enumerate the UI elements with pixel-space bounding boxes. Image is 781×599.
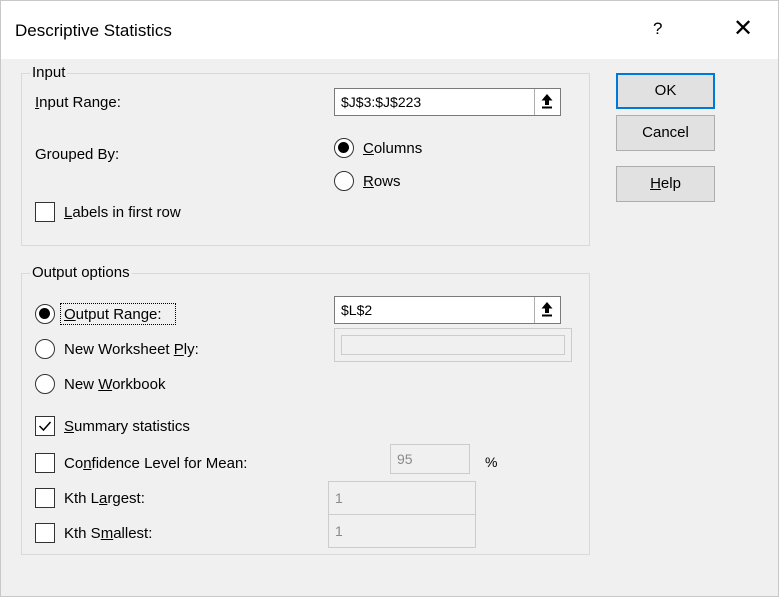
collapse-dialog-arrow-icon	[541, 302, 553, 317]
input-group-caption: Input	[30, 64, 68, 81]
new-worksheet-ply-field[interactable]	[334, 328, 572, 362]
columns-label[interactable]: Columns	[363, 140, 422, 157]
new-workbook-label[interactable]: New Workbook	[64, 376, 165, 393]
new-worksheet-ply-label[interactable]: New Worksheet Ply:	[64, 341, 199, 358]
input-range-collapse-button[interactable]	[534, 89, 560, 115]
output-range-field[interactable]: $L$2	[334, 296, 561, 324]
new-worksheet-ply-inner	[341, 335, 565, 355]
checkmark-icon	[38, 421, 52, 432]
rows-radio[interactable]	[334, 171, 354, 191]
kth-smallest-checkbox[interactable]	[35, 523, 55, 543]
output-range-radio[interactable]	[35, 304, 55, 324]
kth-largest-checkbox[interactable]	[35, 488, 55, 508]
kth-largest-value: 1	[335, 490, 343, 506]
columns-radio[interactable]	[334, 138, 354, 158]
kth-smallest-value: 1	[335, 523, 343, 539]
input-range-field[interactable]: $J$3:$J$223	[334, 88, 561, 116]
help-button[interactable]: Help	[616, 166, 715, 202]
summary-statistics-label[interactable]: Summary statistics	[64, 418, 190, 435]
confidence-level-field[interactable]: 95	[390, 444, 470, 474]
kth-largest-label[interactable]: Kth Largest:	[64, 490, 145, 507]
grouped-by-label: Grouped By:	[35, 146, 120, 163]
close-icon[interactable]: ✕	[733, 14, 753, 43]
labels-first-row-label[interactable]: Labels in first row	[64, 204, 181, 221]
ok-button[interactable]: OK	[616, 73, 715, 109]
help-icon[interactable]: ?	[653, 19, 662, 39]
kth-smallest-field[interactable]: 1	[328, 514, 476, 548]
cancel-button[interactable]: Cancel	[616, 115, 715, 151]
title-bar: Descriptive Statistics ? ✕	[1, 1, 778, 59]
rows-label[interactable]: Rows	[363, 173, 401, 190]
new-worksheet-ply-radio[interactable]	[35, 339, 55, 359]
confidence-level-value: 95	[397, 451, 413, 467]
output-options-caption: Output options	[30, 264, 132, 281]
output-range-collapse-button[interactable]	[534, 297, 560, 323]
confidence-level-checkbox[interactable]	[35, 453, 55, 473]
descriptive-statistics-dialog: Descriptive Statistics ? ✕ Input Input R…	[0, 0, 779, 597]
kth-largest-field[interactable]: 1	[328, 481, 476, 515]
confidence-level-label[interactable]: Confidence Level for Mean:	[64, 455, 247, 472]
dialog-title: Descriptive Statistics	[15, 21, 172, 40]
kth-smallest-label[interactable]: Kth Smallest:	[64, 525, 152, 542]
labels-first-row-checkbox[interactable]	[35, 202, 55, 222]
output-range-focus-rect	[60, 303, 176, 325]
input-range-label: Input Range:	[35, 94, 121, 111]
summary-statistics-checkbox[interactable]	[35, 416, 55, 436]
input-range-value: $J$3:$J$223	[341, 94, 422, 110]
collapse-dialog-arrow-icon	[541, 94, 553, 109]
output-range-value: $L$2	[341, 302, 373, 318]
new-workbook-radio[interactable]	[35, 374, 55, 394]
percent-sign: %	[485, 454, 498, 470]
